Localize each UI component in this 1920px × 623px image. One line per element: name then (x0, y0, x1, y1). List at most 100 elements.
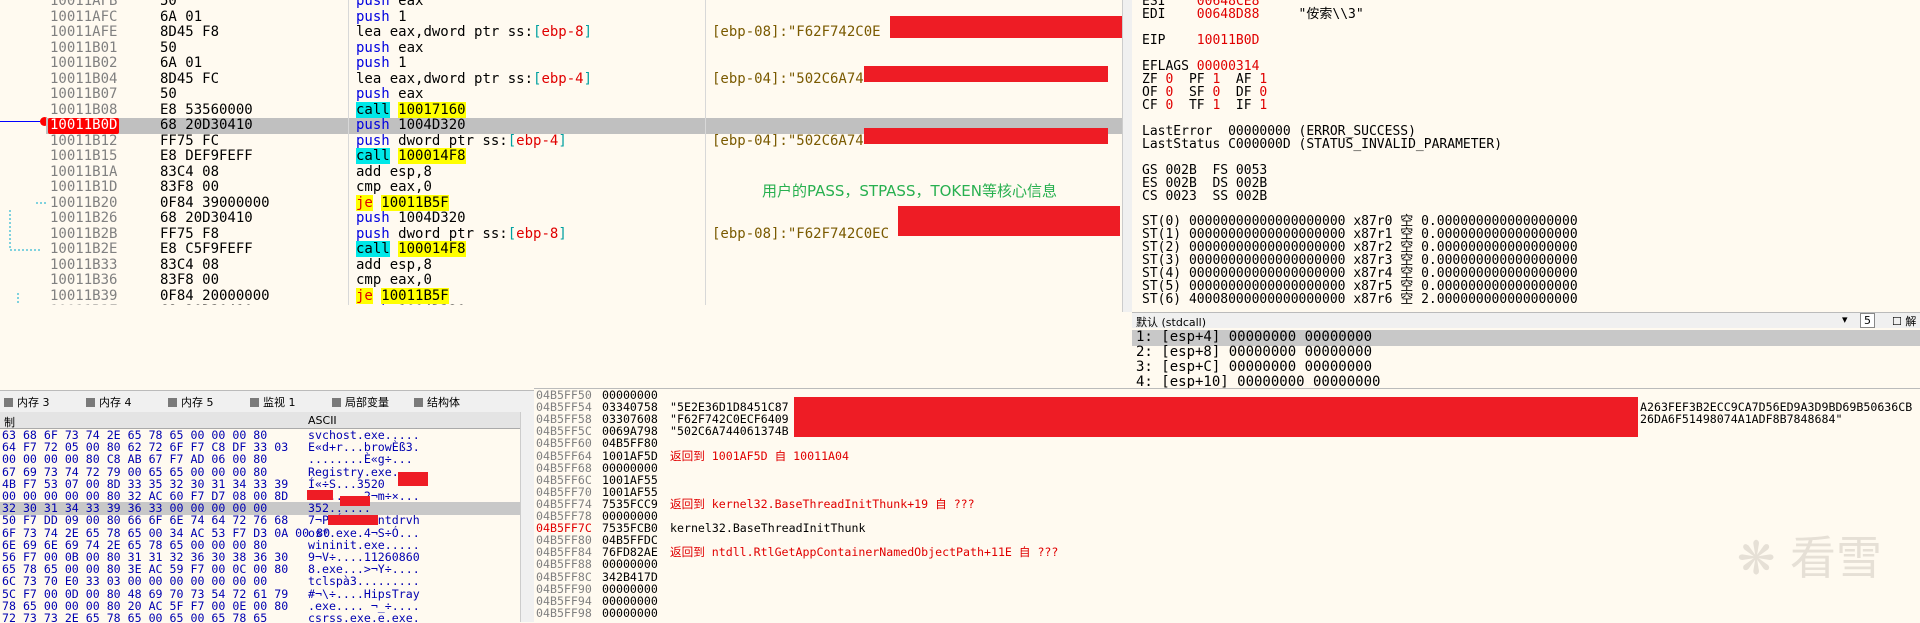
disasm-row[interactable]: 10011B08 E8 53560000 call 10017160 (46, 101, 1122, 119)
fpu-register-row: ST(6) 40008000000000000000 x87r6 空 2.000… (1142, 292, 1578, 307)
stack-value: 342B417D (602, 569, 658, 584)
disasm-address: 10011B07 (50, 86, 118, 102)
disasm-address: 10011B04 (50, 70, 118, 87)
memory-tab-bar: 内存 3 内存 4 内存 5 监视 1 局部变量 结构体 (0, 390, 534, 413)
disasm-address: 10011B08 (50, 101, 118, 118)
disasm-address: 10011B02 (50, 55, 118, 71)
dump-row[interactable]: 6C 73 70 E0 33 03 00 00 00 00 00 00 00 tc… (0, 575, 520, 588)
disasm-instruction: push 1004D320 (356, 117, 466, 133)
tab-内存-5[interactable]: 内存 5 (168, 395, 214, 411)
stack-row[interactable]: 04B5FF6C 1001AF55 (534, 474, 1920, 486)
dump-hex: 50 F7 DD 09 00 80 66 6F 6E 74 64 72 76 6… (2, 513, 289, 528)
stack-address: 04B5FF60 (536, 436, 592, 451)
dump-header-hex: 制 (4, 416, 15, 429)
stack-row[interactable]: 04B5FF90 00000000 (534, 581, 1920, 596)
disasm-row[interactable]: 10011B01 50 push eax (46, 39, 1122, 57)
column-separator (348, 0, 349, 305)
tab-内存-4[interactable]: 内存 4 (86, 395, 132, 411)
disasm-instruction: add esp,8 (356, 256, 432, 273)
stack-address: 04B5FF94 (536, 593, 592, 608)
disassembly-pane[interactable]: 10011AFB 50 push eax 10011AFC 6A 01 push 1 100… (0, 0, 1122, 305)
stack-row[interactable]: 04B5FF94 00000000 (534, 595, 1920, 607)
disasm-row[interactable]: 10011B33 83C4 08 add esp,8 (46, 256, 1122, 274)
stack-row[interactable]: 04B5FF88 00000000 (534, 558, 1920, 570)
stack-address: 04B5FF98 (536, 605, 592, 620)
stack-value: 00000000 (602, 593, 658, 608)
redaction-bar (864, 66, 1108, 82)
stack-address: 04B5FF90 (536, 581, 592, 596)
tab-icon (250, 398, 259, 407)
arg-count-input[interactable]: 5 (1860, 313, 1875, 328)
tab-icon (4, 398, 13, 407)
dump-header-ascii: ASCII (308, 414, 337, 427)
disasm-bytes: 6A 01 (160, 55, 203, 71)
disasm-row[interactable]: 10011B15 E8 DEF9FEFF call 100014F8 (46, 148, 1122, 165)
stack-row[interactable]: 04B5FF68 00000000 (534, 460, 1920, 475)
disasm-row[interactable]: 10011B2E E8 C5F9FEFF call 100014F8 (46, 241, 1122, 258)
register-edi: EDI 00648D88 "侒索\\3" (1142, 7, 1364, 22)
disasm-address: 10011B36 (50, 272, 118, 288)
jump-lines (9, 202, 46, 305)
disasm-comment: [ebp-08]:"F62F742C0E (712, 24, 881, 40)
tab-结构体[interactable]: 结构体 (414, 395, 460, 411)
stack-value: 00000000 (602, 460, 658, 475)
stack-row[interactable]: 04B5FF74 7535FCC9 返回到 kernel32.BaseThreadI… (534, 498, 1920, 510)
disasm-instruction: push 1 (356, 8, 407, 25)
dump-hex: 00 00 00 00 80 C8 AB 67 F7 AD 06 00 80 (2, 452, 268, 467)
disasm-instruction: add esp,8 (356, 163, 432, 180)
stack-row[interactable]: 04B5FF7C 7535FCB0 kernel32.BaseThreadInitT… (534, 522, 1920, 534)
tab-内存-3[interactable]: 内存 3 (4, 395, 50, 411)
stack-address: 04B5FF6C (536, 472, 592, 487)
redaction-bar (898, 206, 1120, 236)
memory-dump[interactable]: 63 68 6F 73 74 2E 65 78 65 00 00 00 80 sv… (0, 429, 520, 622)
tab-icon (86, 398, 95, 407)
disasm-bytes: 50 (160, 39, 177, 56)
disasm-row[interactable]: 10011B36 83F8 00 cmp eax,0 (46, 272, 1122, 289)
disasm-address: 10011B33 (50, 256, 118, 273)
dump-header: 制 ASCII (0, 412, 520, 429)
disasm-address: 10011B2B (50, 225, 118, 242)
stack-pane[interactable]: 04B5FF50 00000000 04B5FF54 03340758 "5E2E36D… (534, 388, 1920, 623)
flag-row: CF 0 TF 1 IF 1 (1142, 98, 1268, 113)
stack-row[interactable]: 04B5FF64 1001AF5D 返回到 1001AF5D 自 10011A04 (534, 449, 1920, 461)
tab-局部变量[interactable]: 局部变量 (332, 395, 389, 411)
disasm-address: 10011B15 (50, 148, 118, 164)
redaction-bar (864, 128, 1108, 144)
redaction-bar (398, 472, 428, 486)
disasm-instruction: call 10017160 (356, 101, 466, 118)
disasm-bytes: FF75 FC (160, 132, 220, 149)
disasm-bytes: 83C4 08 (160, 256, 220, 273)
disasm-address: 10011AFE (50, 24, 118, 40)
disasm-row[interactable]: 10011B1A 83C4 08 add esp,8 (46, 163, 1122, 181)
disasm-bytes: 0F84 39000000 (160, 194, 270, 211)
dropdown-chevron-icon[interactable]: ▾ (1842, 313, 1848, 326)
dump-row[interactable]: 00 00 00 00 80 C8 AB 67 F7 AD 06 00 80..… (0, 452, 520, 467)
disasm-instruction: call 100014F8 (356, 241, 466, 257)
stack-row[interactable]: 04B5FF84 76FD82AE 返回到 ntdll.RtlGetAppConta… (534, 546, 1920, 558)
dump-row[interactable]: 72 73 73 2E 65 78 65 00 65 00 65 78 65 cs… (0, 612, 520, 622)
disasm-row[interactable]: 10011B39 0F84 20000000 je 10011B5F (46, 287, 1122, 305)
callconv-select[interactable]: 默认 (stdcall) (1136, 314, 1206, 330)
disasm-bytes: 68 20D30410 (160, 117, 253, 133)
disasm-address: 10011B01 (50, 39, 118, 56)
disasm-address: 10011B39 (50, 287, 118, 304)
disasm-row[interactable]: 10011AFB 50 push eax (46, 0, 1122, 10)
stack-row[interactable]: 04B5FF8C 342B417D (534, 569, 1920, 584)
stack-row[interactable]: 04B5FF60 04B5FF80 (534, 437, 1920, 449)
disasm-instruction: push dword ptr ss:[ebp-4] (356, 132, 567, 149)
stack-row[interactable]: 04B5FF98 00000000 (534, 607, 1920, 619)
dump-scrollbar[interactable] (520, 412, 535, 622)
segment-row: CS 0023 SS 002B (1142, 189, 1268, 204)
disasm-address: 10011B2E (50, 241, 118, 257)
disasm-instruction: push eax (356, 39, 424, 56)
tab-监视-1[interactable]: 监视 1 (250, 395, 296, 411)
disasm-instruction: cmp eax,0 (356, 179, 432, 195)
disasm-address: 10011B20 (50, 194, 118, 211)
disasm-row[interactable]: 10011B07 50 push eax (46, 86, 1122, 103)
dump-ascii: csrss.exe.e.exe. (308, 611, 420, 622)
stack-value: 00000000 (602, 605, 658, 620)
dump-row[interactable]: 50 F7 DD 09 00 80 66 6F 6E 74 64 72 76 6… (0, 513, 520, 528)
disasm-instruction: push eax (356, 86, 424, 102)
disasm-bytes: 83C4 08 (160, 163, 220, 180)
redaction-bar (328, 515, 378, 525)
